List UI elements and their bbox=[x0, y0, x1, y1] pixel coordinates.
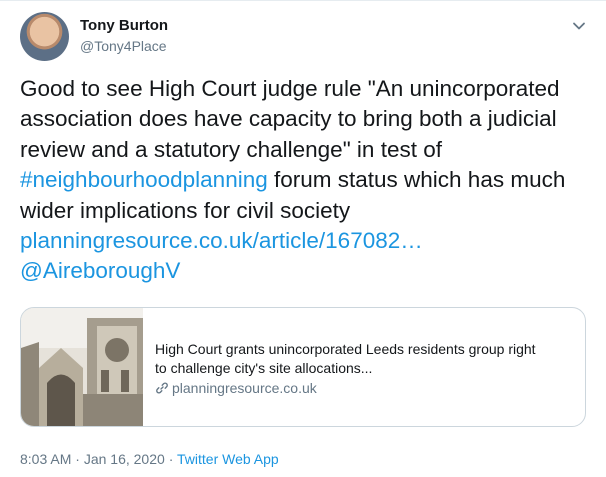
preview-title-line: to challenge city's site allocations... bbox=[155, 360, 373, 376]
tweet-text-segment: forum status which has much bbox=[267, 167, 566, 193]
tweet-text-line: @AireboroughV bbox=[20, 256, 592, 286]
tweet-text-line: Good to see High Court judge rule "An un… bbox=[20, 74, 592, 104]
author-handle[interactable]: @Tony4Place bbox=[80, 38, 167, 54]
tweet-card: Tony Burton @Tony4Place Good to see High… bbox=[0, 0, 606, 477]
meta-separator: · bbox=[168, 451, 174, 467]
avatar[interactable] bbox=[20, 12, 69, 61]
article-link[interactable]: planningresource.co.uk/article/167082… bbox=[20, 228, 423, 253]
preview-thumbnail bbox=[21, 308, 143, 426]
tweet-text-line: planningresource.co.uk/article/167082… bbox=[20, 226, 592, 256]
preview-domain-text: planningresource.co.uk bbox=[172, 380, 317, 396]
tweet-text-line: wider implications for civil society bbox=[20, 196, 592, 226]
author-name[interactable]: Tony Burton bbox=[80, 17, 168, 34]
link-preview-card[interactable]: High Court grants unincorporated Leeds r… bbox=[20, 307, 586, 427]
tweet-text-segment: Good to see High Court judge rule "An un… bbox=[20, 76, 560, 101]
tweet-text-segment: association does have capacity to bring … bbox=[20, 106, 557, 132]
tweet-meta: 8:03 AM · Jan 16, 2020 · Twitter Web App bbox=[20, 451, 279, 467]
hashtag-link[interactable]: #neighbourhoodplanning bbox=[20, 167, 268, 192]
preview-text: High Court grants unincorporated Leeds r… bbox=[155, 340, 575, 398]
tweet-source[interactable]: Twitter Web App bbox=[177, 451, 279, 467]
meta-separator: · bbox=[75, 451, 80, 467]
tweet-text-line: #neighbourhoodplanning forum status whic… bbox=[20, 165, 592, 195]
chain-link-icon bbox=[156, 382, 168, 394]
mention-link[interactable]: @AireboroughV bbox=[20, 258, 180, 283]
tweet-date[interactable]: Jan 16, 2020 bbox=[84, 451, 165, 467]
tweet-text-line: review and a statutory challenge" in tes… bbox=[20, 135, 592, 165]
preview-title[interactable]: High Court grants unincorporated Leeds r… bbox=[155, 340, 575, 378]
tweet-text-segment: wider implications for civil society bbox=[20, 197, 351, 223]
tweet-time[interactable]: 8:03 AM bbox=[20, 451, 71, 467]
preview-domain: planningresource.co.uk bbox=[155, 379, 575, 398]
preview-title-line: High Court grants unincorporated Leeds r… bbox=[155, 341, 536, 357]
tweet-text: Good to see High Court judge rule "An un… bbox=[20, 74, 592, 287]
chevron-down-icon[interactable] bbox=[570, 17, 588, 35]
tweet-text-line: association does have capacity to bring … bbox=[20, 104, 592, 134]
tweet-text-segment: review and a statutory challenge" in tes… bbox=[20, 136, 442, 162]
